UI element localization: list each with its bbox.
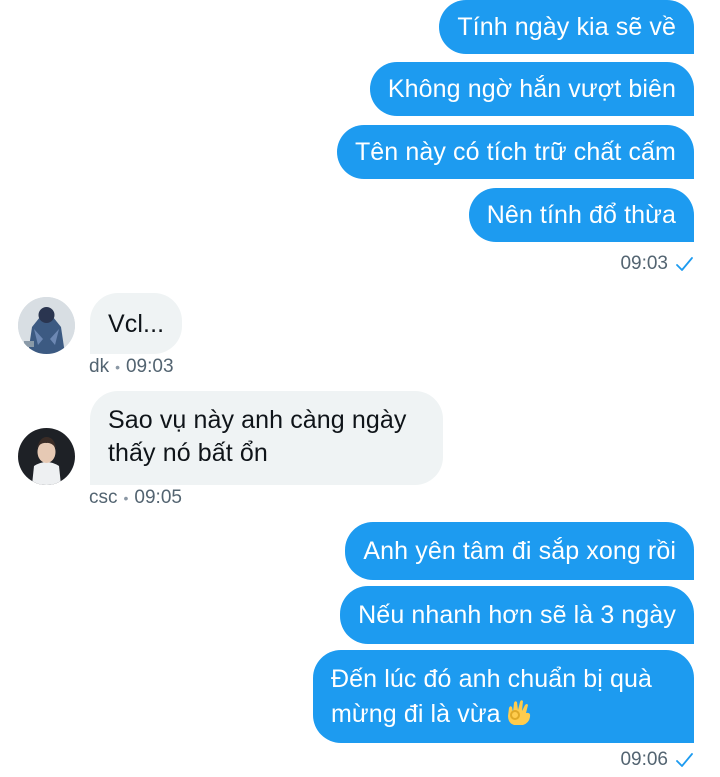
meta-separator: • xyxy=(123,490,129,506)
outgoing-message[interactable]: Nên tính đổ thừa xyxy=(468,188,694,242)
timestamp-text: 09:05 xyxy=(134,487,182,508)
timestamp-text: 09:03 xyxy=(125,356,174,377)
ok-hand-emoji xyxy=(507,700,530,725)
checkmark-icon xyxy=(676,257,693,271)
checkmark-icon xyxy=(676,753,693,767)
conversation-view: Tính ngày kia sẽ về Không ngờ hắn vượt b… xyxy=(0,0,720,777)
message-timestamp: 09:03 xyxy=(620,253,694,275)
message-meta: dk • 09:03 xyxy=(89,356,174,378)
incoming-message[interactable]: Vcl... xyxy=(90,293,183,354)
outgoing-message[interactable]: Tính ngày kia sẽ về xyxy=(439,0,694,54)
outgoing-message[interactable]: Tên này có tích trữ chất cấm xyxy=(336,125,694,179)
timestamp-text: 09:03 xyxy=(620,253,668,274)
incoming-message[interactable]: Sao vụ này anh càng ngày thấy nó bất ổn xyxy=(90,391,443,485)
timestamp-text: 09:06 xyxy=(620,749,668,770)
outgoing-message[interactable]: Nếu nhanh hơn sẽ là 3 ngày xyxy=(340,586,694,644)
outgoing-message[interactable]: Đến lúc đó anh chuẩn bị quà mừng đi là v… xyxy=(313,650,694,743)
avatar[interactable] xyxy=(18,428,75,485)
sender-name: csc xyxy=(89,487,118,508)
outgoing-message[interactable]: Không ngờ hắn vượt biên xyxy=(369,62,694,116)
avatar-image xyxy=(18,297,75,354)
meta-separator: • xyxy=(115,359,120,375)
avatar[interactable] xyxy=(18,297,75,354)
message-timestamp: 09:06 xyxy=(620,749,694,771)
sender-name: dk xyxy=(89,356,110,377)
message-meta: csc • 09:05 xyxy=(89,487,182,509)
avatar-image xyxy=(18,428,75,485)
message-text: Đến lúc đó anh chuẩn bị quà mừng đi là v… xyxy=(331,665,652,728)
outgoing-message[interactable]: Anh yên tâm đi sắp xong rồi xyxy=(345,522,694,580)
